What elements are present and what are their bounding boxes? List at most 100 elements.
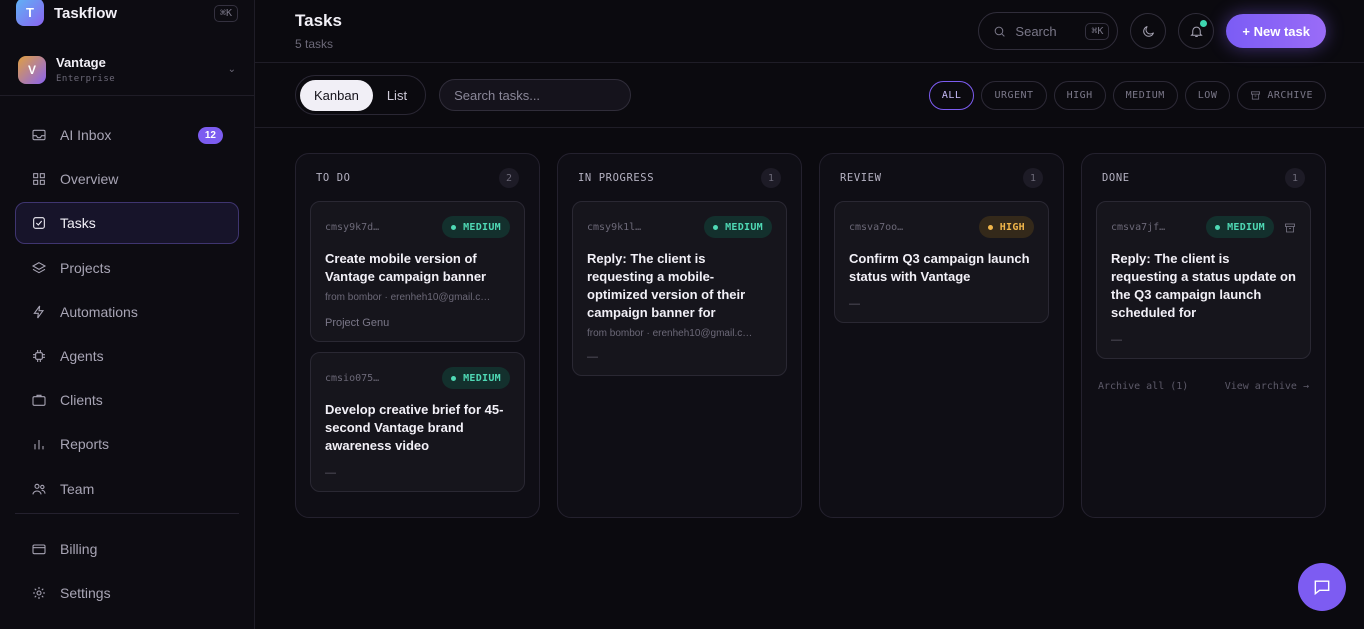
sidebar-item-label: Reports bbox=[60, 436, 110, 453]
theme-toggle-button[interactable] bbox=[1130, 13, 1167, 49]
task-placeholder: — bbox=[325, 467, 336, 479]
brand-logo[interactable]: T bbox=[16, 0, 44, 26]
sidebar-item-projects[interactable]: Projects bbox=[15, 247, 239, 289]
moon-icon bbox=[1143, 25, 1154, 37]
workspace-name: Vantage bbox=[56, 55, 106, 70]
main-content: Tasks 5 tasks Search ⌘K + New task Kanba… bbox=[255, 0, 1364, 629]
sidebar-item-overview[interactable]: Overview bbox=[15, 158, 239, 200]
sidebar-item-label: Team bbox=[60, 480, 95, 497]
sidebar-item-ai-inbox[interactable]: AI Inbox 12 bbox=[15, 114, 239, 156]
notification-dot bbox=[1200, 20, 1208, 27]
new-task-button[interactable]: + New task bbox=[1226, 14, 1326, 48]
task-title: Confirm Q3 campaign launch status with V… bbox=[849, 251, 1030, 284]
priority-badge: MEDIUM bbox=[442, 367, 510, 389]
notifications-button[interactable] bbox=[1178, 13, 1215, 49]
task-source: from bombor · erenheh10@gmail.c… bbox=[325, 292, 491, 303]
column-count: 1 bbox=[1285, 168, 1305, 188]
sidebar-item-agents[interactable]: Agents bbox=[15, 335, 239, 377]
archive-icon bbox=[1251, 90, 1261, 100]
sidebar-item-label: Agents bbox=[60, 347, 104, 364]
task-placeholder: — bbox=[1111, 334, 1122, 346]
search-shortcut: ⌘K bbox=[1085, 22, 1110, 40]
kanban-board: TO DO 2 cmsy9k7d… MEDIUM Create mobile v… bbox=[255, 128, 1364, 518]
command-palette-shortcut[interactable]: ⌘K bbox=[213, 4, 238, 22]
column-title: REVIEW bbox=[840, 172, 882, 184]
priority-badge: MEDIUM bbox=[1206, 216, 1274, 238]
column-count: 1 bbox=[761, 168, 781, 188]
main-nav: AI Inbox 12 Overview Tasks Projects Auto… bbox=[0, 114, 254, 510]
task-id: cmsio075… bbox=[325, 372, 380, 384]
sidebar-item-settings[interactable]: Settings bbox=[15, 572, 239, 614]
filter-high[interactable]: HIGH bbox=[1053, 80, 1106, 110]
task-card[interactable]: cmsva7oo… HIGH Confirm Q3 campaign launc… bbox=[834, 201, 1049, 323]
filter-low[interactable]: LOW bbox=[1184, 80, 1231, 110]
view-kanban-button[interactable]: Kanban bbox=[300, 79, 373, 111]
brand: T Taskflow ⌘K bbox=[0, 0, 254, 26]
filter-archive-label: ARCHIVE bbox=[1267, 89, 1313, 101]
sidebar-item-label: Settings bbox=[60, 584, 111, 601]
workspace-plan: Enterprise bbox=[56, 74, 116, 84]
layers-icon bbox=[31, 260, 47, 276]
priority-badge: MEDIUM bbox=[442, 216, 510, 238]
column-done: DONE 1 cmsva7jf… MEDIUM Reply: The clien… bbox=[1081, 153, 1326, 518]
priority-badge: HIGH bbox=[978, 216, 1034, 238]
task-project: Project Genu bbox=[325, 317, 390, 329]
column-count: 2 bbox=[499, 168, 519, 188]
view-archive-link[interactable]: View archive → bbox=[1225, 381, 1309, 392]
filter-urgent[interactable]: URGENT bbox=[981, 80, 1047, 110]
column-todo: TO DO 2 cmsy9k7d… MEDIUM Create mobile v… bbox=[295, 153, 540, 518]
sidebar-item-label: Overview bbox=[60, 171, 119, 188]
sidebar-item-label: Billing bbox=[60, 540, 98, 557]
archive-icon[interactable] bbox=[1284, 221, 1296, 233]
credit-card-icon bbox=[31, 541, 47, 557]
global-search-button[interactable]: Search ⌘K bbox=[978, 12, 1119, 50]
filter-medium[interactable]: MEDIUM bbox=[1112, 80, 1178, 110]
view-list-button[interactable]: List bbox=[373, 80, 421, 111]
workspace-switcher[interactable]: V Vantage Enterprise ⌄ bbox=[0, 26, 254, 96]
priority-filters: ALL URGENT HIGH MEDIUM LOW ARCHIVE bbox=[928, 80, 1326, 110]
task-count: 5 tasks bbox=[295, 37, 334, 51]
task-placeholder: — bbox=[587, 351, 598, 363]
task-id: cmsva7oo… bbox=[849, 221, 904, 233]
task-id: cmsy9k1l… bbox=[587, 221, 642, 233]
sidebar-item-label: Automations bbox=[60, 303, 138, 320]
board-toolbar: Kanban List Search tasks... ALL URGENT H… bbox=[255, 63, 1364, 128]
task-search-input[interactable]: Search tasks... bbox=[439, 79, 632, 111]
task-card[interactable]: cmsy9k1l… MEDIUM Reply: The client is re… bbox=[572, 201, 787, 376]
view-toggle: Kanban List bbox=[295, 75, 427, 115]
task-placeholder: — bbox=[849, 298, 860, 310]
inbox-count-badge: 12 bbox=[197, 126, 223, 144]
priority-badge: MEDIUM bbox=[704, 216, 772, 238]
column-title: DONE bbox=[1102, 172, 1130, 184]
sidebar-item-automations[interactable]: Automations bbox=[15, 291, 239, 333]
sidebar-item-clients[interactable]: Clients bbox=[15, 379, 239, 421]
task-title: Reply: The client is requesting a mobile… bbox=[587, 251, 746, 320]
brand-name: Taskflow bbox=[54, 4, 118, 22]
chat-bubble-icon bbox=[1314, 580, 1330, 596]
sidebar-item-reports[interactable]: Reports bbox=[15, 423, 239, 465]
task-card[interactable]: cmsy9k7d… MEDIUM Create mobile version o… bbox=[310, 201, 525, 342]
column-title: IN PROGRESS bbox=[578, 172, 655, 184]
column-in-progress: IN PROGRESS 1 cmsy9k1l… MEDIUM Reply: Th… bbox=[557, 153, 802, 518]
page-title: Tasks bbox=[295, 11, 342, 30]
task-card[interactable]: cmsva7jf… MEDIUM Reply: The client is re… bbox=[1096, 201, 1311, 359]
column-count: 1 bbox=[1023, 168, 1043, 188]
task-id: cmsva7jf… bbox=[1111, 221, 1166, 233]
task-id: cmsy9k7d… bbox=[325, 221, 380, 233]
sidebar-item-billing[interactable]: Billing bbox=[15, 528, 239, 570]
filter-archive[interactable]: ARCHIVE bbox=[1237, 80, 1326, 110]
workspace-avatar: V bbox=[18, 55, 46, 84]
gear-icon bbox=[31, 585, 47, 601]
sidebar-item-tasks[interactable]: Tasks bbox=[15, 202, 239, 245]
task-card[interactable]: cmsio075… MEDIUM Develop creative brief … bbox=[310, 352, 525, 492]
archive-all-link[interactable]: Archive all (1) bbox=[1098, 381, 1188, 392]
sidebar-item-label: AI Inbox bbox=[60, 127, 112, 143]
filter-all[interactable]: ALL bbox=[928, 80, 975, 110]
bar-chart-icon bbox=[31, 436, 47, 452]
chat-button[interactable] bbox=[1298, 563, 1346, 611]
chevron-down-icon: ⌄ bbox=[227, 64, 236, 75]
search-label: Search bbox=[1015, 23, 1057, 39]
sidebar-item-label: Tasks bbox=[60, 215, 96, 232]
bottom-nav: Billing Settings bbox=[0, 528, 254, 614]
sidebar-item-team[interactable]: Team bbox=[15, 468, 239, 510]
